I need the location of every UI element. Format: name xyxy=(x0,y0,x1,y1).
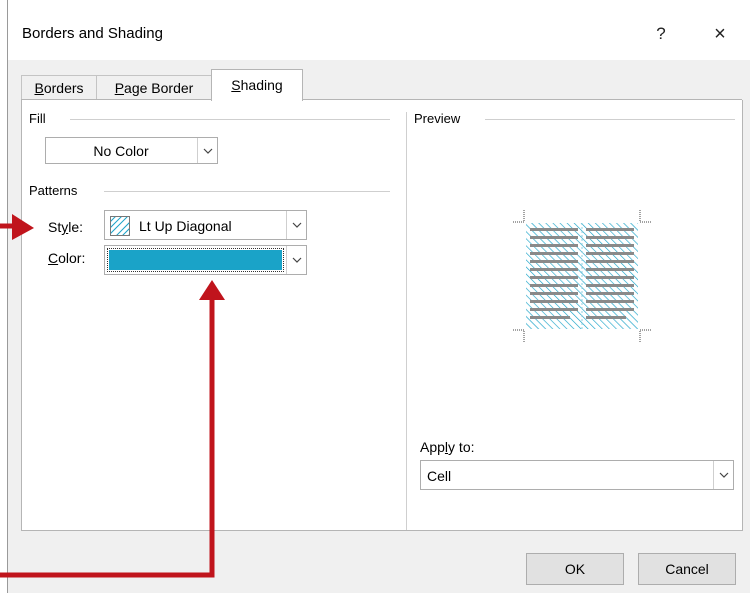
tab-shading[interactable]: Shading xyxy=(211,69,303,101)
annotation-arrow-color xyxy=(0,295,215,578)
annotation-arrowhead-color xyxy=(199,280,225,300)
tab-shading-label: Shading xyxy=(231,77,283,93)
annotation-overlay xyxy=(0,214,225,578)
annotation-arrowhead-style xyxy=(12,214,34,240)
